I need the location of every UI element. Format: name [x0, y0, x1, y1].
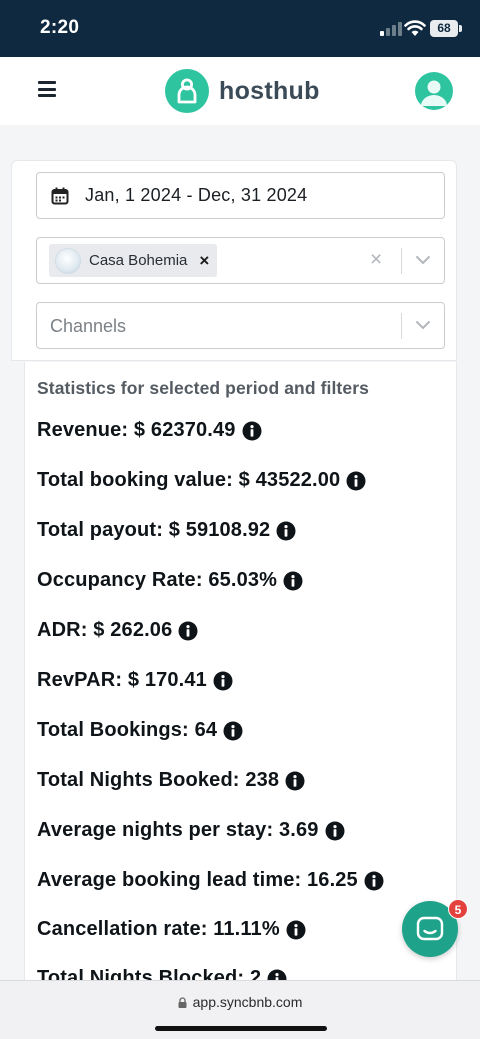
stat-text: Cancellation rate: 11.11%: [37, 918, 280, 940]
battery-tip: [459, 25, 462, 32]
stat-text: Occupancy Rate: 65.03%: [37, 569, 278, 591]
statistics-heading: Statistics for selected period and filte…: [37, 378, 369, 398]
channels-select[interactable]: Channels: [36, 302, 445, 349]
stat-text: Average booking lead time: 16.25: [37, 869, 358, 891]
stat-text: Total Nights Booked: 238: [37, 769, 280, 791]
info-icon[interactable]: [283, 571, 303, 591]
info-icon[interactable]: [276, 521, 296, 541]
info-icon[interactable]: [286, 920, 306, 940]
status-time: 2:20: [40, 17, 80, 38]
stat-text: ADR: $ 262.06: [37, 619, 173, 641]
wifi-icon: [404, 20, 426, 36]
info-icon[interactable]: [364, 871, 384, 891]
url-text: app.syncbnb.com: [192, 994, 303, 1010]
stat-revpar: RevPAR: $ 170.41: [37, 669, 233, 692]
chip-remove-icon[interactable]: ×: [199, 252, 209, 269]
clear-icon[interactable]: ×: [370, 249, 382, 270]
stat-adr: ADR: $ 262.06: [37, 619, 198, 642]
date-range-value: Jan, 1 2024 - Dec, 31 2024: [85, 185, 308, 205]
url-bar[interactable]: app.syncbnb.com: [0, 994, 480, 1010]
date-range-picker[interactable]: Jan, 1 2024 - Dec, 31 2024: [36, 172, 445, 219]
stat-total-payout: Total payout: $ 59108.92: [37, 519, 296, 542]
property-select[interactable]: Casa Bohemia × ×: [36, 237, 445, 284]
user-icon: [421, 80, 447, 106]
menu-icon[interactable]: [38, 81, 56, 97]
chat-icon: [416, 916, 444, 941]
stat-text: Revenue: $ 62370.49: [37, 419, 236, 441]
brand-logo[interactable]: hosthub: [165, 69, 320, 113]
stat-occupancy-rate: Occupancy Rate: 65.03%: [37, 569, 303, 592]
info-icon[interactable]: [178, 621, 198, 641]
stat-average-booking-lead-time: Average booking lead time: 16.25: [37, 869, 384, 892]
property-thumbnail: [55, 247, 81, 274]
status-bar: 2:20 68: [0, 0, 480, 57]
info-icon[interactable]: [223, 721, 243, 741]
stat-text: Total Bookings: 64: [37, 719, 218, 741]
stat-revenue: Revenue: $ 62370.49: [37, 419, 262, 442]
home-indicator[interactable]: [155, 1026, 327, 1031]
hosthub-logo-icon: [165, 69, 209, 113]
signal-icon: [380, 22, 402, 36]
info-icon[interactable]: [285, 771, 305, 791]
app-header: hosthub: [0, 57, 480, 125]
info-icon[interactable]: [346, 471, 366, 491]
stat-total-booking-value: Total booking value: $ 43522.00: [37, 469, 366, 492]
calendar-icon: [51, 187, 69, 204]
stat-average-nights-per-stay: Average nights per stay: 3.69: [37, 819, 345, 842]
chevron-down-icon[interactable]: [415, 254, 431, 266]
stat-text: Average nights per stay: 3.69: [37, 819, 319, 841]
stat-text: Total payout: $ 59108.92: [37, 519, 271, 541]
stat-total-bookings: Total Bookings: 64: [37, 719, 243, 742]
stat-text: Total booking value: $ 43522.00: [37, 469, 341, 491]
stat-cancellation-rate: Cancellation rate: 11.11%: [37, 918, 306, 941]
avatar[interactable]: [415, 72, 453, 110]
info-icon[interactable]: [325, 821, 345, 841]
chevron-down-icon[interactable]: [415, 319, 431, 331]
property-chip-label: Casa Bohemia: [89, 252, 188, 269]
info-icon[interactable]: [242, 421, 262, 441]
chat-badge: 5: [448, 899, 468, 919]
brand-name: hosthub: [219, 76, 320, 105]
info-icon[interactable]: [213, 671, 233, 691]
battery-icon: 68: [430, 20, 458, 37]
property-chip: Casa Bohemia ×: [49, 244, 218, 277]
channels-placeholder: Channels: [50, 316, 127, 336]
select-separator: [401, 313, 402, 339]
select-separator: [401, 248, 402, 274]
stat-text: RevPAR: $ 170.41: [37, 669, 207, 691]
stat-total-nights-booked: Total Nights Booked: 238: [37, 769, 305, 792]
lock-icon: [178, 996, 187, 1008]
browser-bar: app.syncbnb.com: [0, 980, 480, 1039]
